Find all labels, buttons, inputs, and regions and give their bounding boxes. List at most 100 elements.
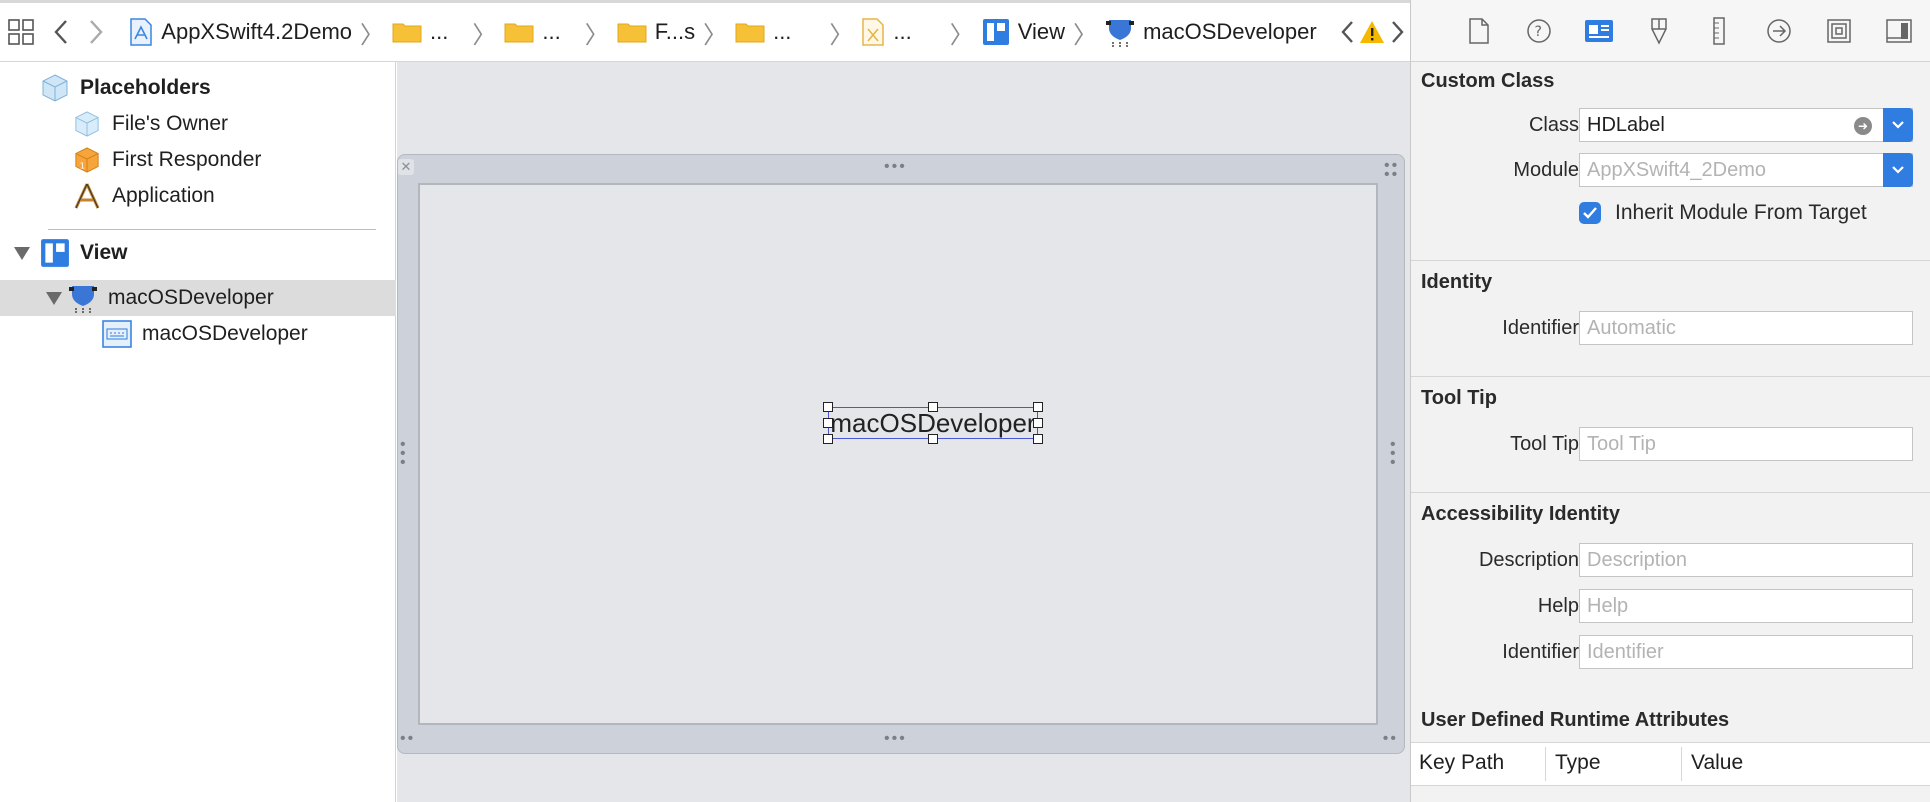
folder-icon — [617, 21, 647, 43]
breadcrumb-folder-1[interactable]: ... — [392, 19, 448, 45]
identity-inspector-icon[interactable] — [1569, 19, 1629, 43]
close-icon[interactable]: ✕ — [398, 159, 414, 175]
bindings-inspector-icon[interactable] — [1809, 18, 1869, 43]
size-inspector-icon[interactable] — [1689, 16, 1749, 45]
class-combo-box[interactable]: HDLabel ➜ — [1579, 108, 1913, 142]
class-label: Class — [1528, 114, 1579, 136]
selection-handle[interactable] — [823, 402, 833, 412]
custom-class-section: Custom Class Class HDLabel ➜ Module AppX… — [1411, 62, 1930, 260]
previous-issue-chevron-icon[interactable] — [1335, 20, 1360, 44]
resize-handle-corner-icon[interactable]: •• •• — [1384, 158, 1398, 183]
go-to-arrow-icon[interactable]: ➜ — [1854, 117, 1872, 135]
application-icon — [72, 181, 102, 211]
selection-handle[interactable] — [823, 434, 833, 444]
runtime-attributes-table-header: Key Path Type Value — [1411, 742, 1930, 786]
resize-handle-bottom-right-icon[interactable]: •• — [1383, 731, 1398, 747]
view-frame[interactable]: ✕ ••• •• •• • • • • • • ••• •• •• macOSDevelo… — [397, 154, 1405, 754]
breadcrumb-separator-icon: 〉 — [1073, 21, 1098, 49]
cube-icon — [40, 73, 70, 103]
interface-builder-canvas[interactable]: ✕ ••• •• •• • • • • • • ••• •• •• macOSDevelo… — [397, 62, 1410, 802]
chevron-down-icon[interactable] — [1883, 108, 1913, 142]
breadcrumb-folder-2[interactable]: ... — [504, 19, 561, 45]
tooltip-field[interactable]: Tool Tip — [1579, 427, 1913, 461]
resize-handle-top-icon[interactable]: ••• — [884, 159, 907, 175]
breadcrumb-separator-icon: 〉 — [360, 21, 385, 49]
help-label: Help — [1537, 595, 1579, 617]
outline-item-custom-view[interactable]: macOSDeveloper — [0, 280, 396, 316]
chevron-down-icon[interactable] — [1883, 153, 1913, 187]
column-divider — [1545, 747, 1546, 781]
inherit-module-row: Inherit Module From Target — [1411, 199, 1930, 235]
identifier-label: Identifier — [1502, 641, 1579, 663]
svg-text:1: 1 — [80, 160, 85, 170]
resize-handle-right-icon[interactable]: • • • — [1390, 437, 1398, 471]
outline-item-application[interactable]: Application — [0, 178, 396, 214]
module-combo-box[interactable]: AppXSwift4_2Demo — [1579, 153, 1913, 187]
inherit-module-checkbox[interactable] — [1579, 202, 1601, 224]
resize-handle-bottom-left-icon[interactable]: •• — [400, 731, 415, 747]
back-chevron-icon[interactable] — [43, 19, 81, 45]
warning-icon[interactable] — [1359, 20, 1385, 44]
attributes-inspector-icon[interactable] — [1629, 17, 1689, 45]
forward-chevron-icon[interactable] — [80, 19, 111, 45]
selection-handle[interactable] — [928, 402, 938, 412]
breadcrumb-separator-icon: 〉 — [472, 21, 497, 49]
selection-handle[interactable] — [1033, 418, 1043, 428]
identifier-field[interactable]: Automatic — [1579, 311, 1913, 345]
disclosure-triangle-icon[interactable] — [14, 246, 30, 260]
resize-handle-bottom-icon[interactable]: ••• — [884, 731, 907, 747]
tooltip-label: Tool Tip — [1510, 433, 1579, 455]
breadcrumb-separator-icon: 〉 — [949, 21, 974, 49]
identity-section: Identity Identifier Automatic — [1411, 260, 1930, 376]
next-issue-chevron-icon[interactable] — [1385, 20, 1410, 44]
accessibility-identifier-field[interactable]: Identifier — [1579, 635, 1913, 669]
outline-divider — [48, 229, 376, 230]
view-effects-inspector-icon[interactable] — [1869, 18, 1929, 43]
help-field[interactable]: Help — [1579, 589, 1913, 623]
connections-inspector-icon[interactable] — [1749, 18, 1809, 44]
document-outline: Placeholders File's Owner 1 First Respon… — [0, 62, 396, 802]
folder-icon — [735, 21, 765, 43]
resize-handle-left-icon[interactable]: • • • — [400, 437, 408, 471]
breadcrumb-project[interactable]: AppXSwift4.2Demo — [129, 17, 352, 47]
breadcrumb-folder-4[interactable]: ... — [735, 19, 791, 45]
selection-handle[interactable] — [823, 418, 833, 428]
selection-handle[interactable] — [928, 434, 938, 444]
column-key-path[interactable]: Key Path — [1419, 751, 1504, 775]
inherit-module-label: Inherit Module From Target — [1615, 201, 1867, 224]
related-items-icon[interactable] — [0, 18, 43, 46]
module-row: Module AppXSwift4_2Demo — [1411, 153, 1930, 189]
description-row: Description Description — [1411, 543, 1930, 579]
section-title: Accessibility Identity — [1421, 503, 1620, 525]
section-title: Identity — [1421, 271, 1493, 293]
outline-item-placeholders[interactable]: Placeholders — [0, 70, 396, 106]
identity-inspector: ? Custom Class Class HDLabel ➜ Module Ap… — [1410, 0, 1930, 802]
column-value[interactable]: Value — [1691, 751, 1743, 775]
outline-item-view[interactable]: View — [0, 235, 396, 271]
disclosure-triangle-icon[interactable] — [46, 291, 62, 305]
column-type[interactable]: Type — [1555, 751, 1601, 775]
runtime-attributes-title: User Defined Runtime Attributes — [1421, 709, 1730, 731]
breadcrumb-custom-view[interactable]: macOSDeveloper — [1105, 16, 1317, 48]
breadcrumb-xib-file[interactable]: ... — [861, 17, 912, 47]
custom-object-icon — [1105, 16, 1135, 48]
outline-item-files-owner[interactable]: File's Owner — [0, 106, 396, 142]
outline-item-label[interactable]: macOSDeveloper — [0, 316, 396, 352]
class-value: HDLabel — [1587, 113, 1665, 136]
view-content[interactable]: macOSDeveloper — [418, 183, 1378, 725]
breadcrumb-view[interactable]: View — [982, 18, 1065, 46]
outline-item-first-responder[interactable]: 1 First Responder — [0, 142, 396, 178]
selection-handle[interactable] — [1033, 402, 1043, 412]
svg-text:?: ? — [1535, 24, 1542, 40]
section-title: Tool Tip — [1421, 387, 1497, 409]
description-field[interactable]: Description — [1579, 543, 1913, 577]
quick-help-icon[interactable]: ? — [1509, 18, 1569, 44]
breadcrumb-folder-3[interactable]: F...s — [617, 19, 695, 45]
breadcrumb-separator-icon: 〉 — [584, 21, 609, 49]
label-icon — [102, 319, 132, 349]
custom-object-icon — [68, 283, 98, 313]
file-inspector-icon[interactable] — [1449, 17, 1509, 44]
selection-handle[interactable] — [1033, 434, 1043, 444]
breadcrumb-separator-icon: 〉 — [703, 21, 728, 49]
module-placeholder: AppXSwift4_2Demo — [1587, 158, 1766, 181]
